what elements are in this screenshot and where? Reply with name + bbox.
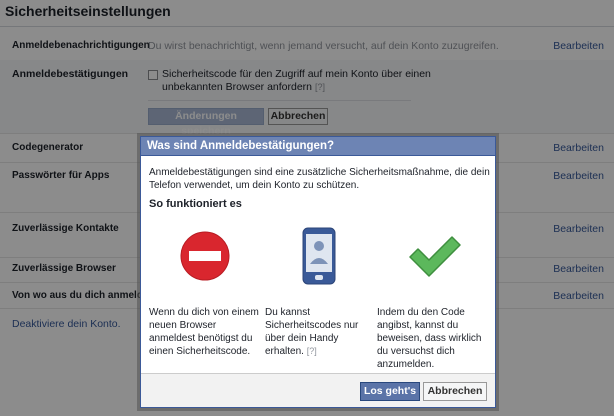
dialog-footer: Los geht's Abbrechen — [141, 373, 495, 407]
dialog-intro: Anmeldebestätigungen sind eine zusätzlic… — [149, 167, 490, 191]
lets-go-button[interactable]: Los geht's — [360, 382, 420, 401]
help-link[interactable]: [?] — [307, 346, 317, 356]
step-text-new-browser: Wenn du dich von einem neuen Browser anm… — [149, 307, 259, 357]
mobile-phone-icon — [302, 227, 336, 285]
step-text-prove-identity: Indem du den Code angibst, kannst du bew… — [377, 307, 482, 370]
login-approvals-dialog: Was sind Anmeldebestätigungen? Anmeldebe… — [140, 136, 496, 408]
dialog-title: Was sind Anmeldebestätigungen? — [141, 137, 495, 156]
dialog-subheading: So funktioniert es — [149, 198, 242, 210]
dialog-cancel-button[interactable]: Abbrechen — [423, 382, 487, 401]
stop-sign-icon — [180, 231, 230, 281]
checkmark-icon — [409, 236, 461, 277]
step-text-phone-only: Du kannst Sicherheitscodes nur über dein… — [265, 306, 365, 358]
